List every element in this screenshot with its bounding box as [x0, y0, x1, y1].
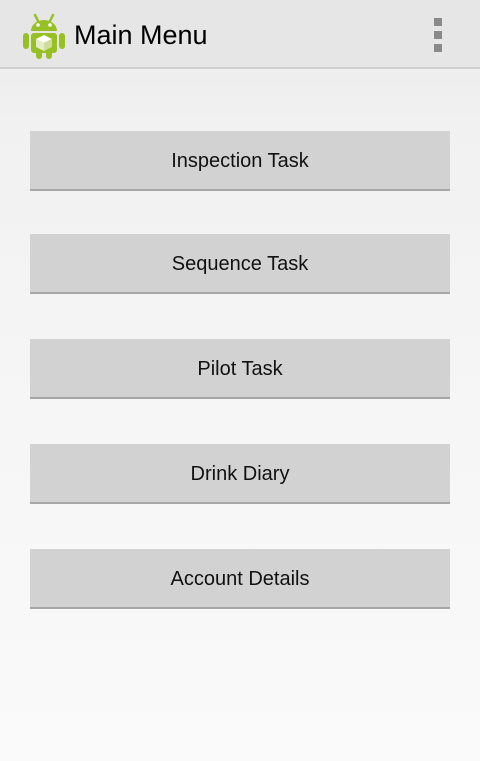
- inspection-task-button[interactable]: Inspection Task: [30, 131, 450, 191]
- pilot-task-button[interactable]: Pilot Task: [30, 339, 450, 399]
- account-details-button[interactable]: Account Details: [30, 549, 450, 609]
- overflow-menu-icon[interactable]: [424, 14, 452, 56]
- drink-diary-button[interactable]: Drink Diary: [30, 444, 450, 504]
- overflow-dot: [434, 31, 442, 39]
- sequence-task-button[interactable]: Sequence Task: [30, 234, 450, 294]
- android-icon: [22, 12, 66, 60]
- page-title: Main Menu: [74, 20, 208, 50]
- overflow-dot: [434, 44, 442, 52]
- action-bar: Main Menu: [0, 0, 480, 69]
- overflow-dot: [434, 18, 442, 26]
